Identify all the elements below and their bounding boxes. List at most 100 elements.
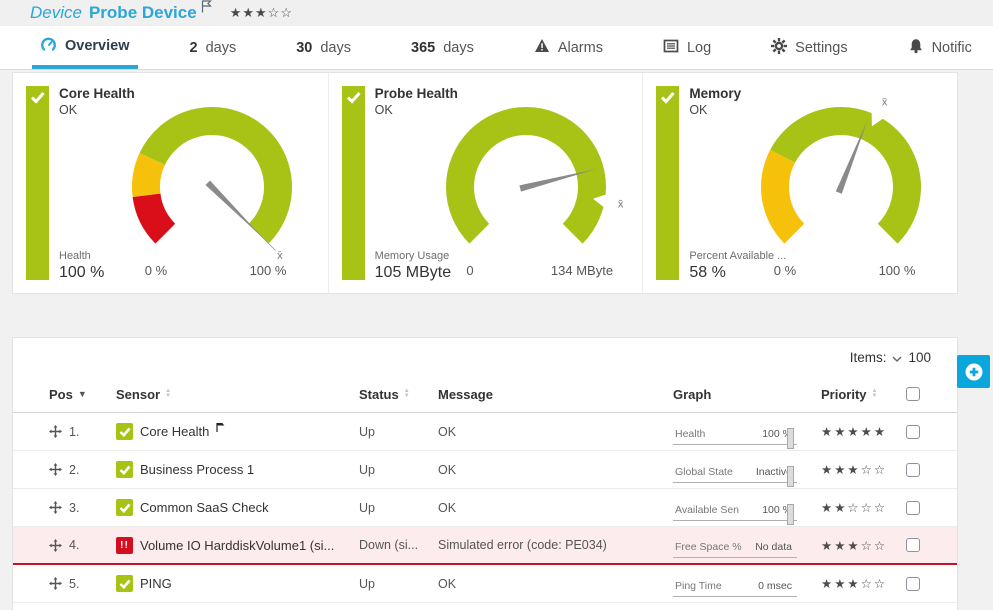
row-checkbox[interactable] bbox=[906, 538, 920, 552]
sensor-up-icon bbox=[116, 423, 133, 440]
table-header-row: Pos ▼ Sensor ▲▼ Status ▲▼ Message Graph … bbox=[13, 376, 957, 413]
priority-stars[interactable]: ★★★★★ bbox=[821, 424, 906, 439]
sensor-name: Common SaaS Check bbox=[140, 500, 269, 515]
table-row: 3. Common SaaS Check Up OK Available Sen… bbox=[13, 489, 957, 527]
tab-label: Overview bbox=[65, 38, 130, 54]
status-color-bar bbox=[342, 86, 365, 280]
sensor-message: OK bbox=[438, 577, 673, 591]
tab-overview[interactable]: Overview bbox=[32, 26, 138, 69]
mini-graph[interactable]: Global State Inactive bbox=[673, 457, 797, 483]
table-row-down: 4. !! Volume IO HarddiskVolume1 (si... D… bbox=[13, 527, 957, 565]
bell-icon bbox=[908, 38, 924, 58]
channel-value: 105 MByte bbox=[375, 264, 451, 282]
check-icon bbox=[660, 91, 675, 104]
sensor-up-icon bbox=[116, 461, 133, 478]
status-color-bar bbox=[26, 86, 49, 280]
drag-move-icon[interactable] bbox=[49, 577, 62, 590]
sensor-status: Up bbox=[359, 501, 438, 515]
table-row: 5. PING Up OK Ping Time 0 msec ★★★☆☆ bbox=[13, 565, 957, 603]
tab-label: days bbox=[443, 40, 474, 56]
column-header-status[interactable]: Status ▲▼ bbox=[359, 387, 438, 402]
table-row: 2. Business Process 1 Up OK Global State… bbox=[13, 451, 957, 489]
warning-triangle-icon bbox=[534, 38, 550, 57]
svg-text:x̄: x̄ bbox=[618, 199, 624, 211]
mini-graph[interactable]: Ping Time 0 msec bbox=[673, 571, 797, 597]
svg-text:x̄: x̄ bbox=[277, 250, 283, 262]
graph-marker bbox=[787, 428, 794, 449]
sensor-link[interactable]: !! Volume IO HarddiskVolume1 (si... bbox=[116, 537, 359, 554]
priority-stars[interactable]: ★★★☆☆ bbox=[230, 5, 293, 21]
graph-marker bbox=[787, 504, 794, 525]
column-header-priority[interactable]: Priority ▲▼ bbox=[821, 387, 906, 402]
tab-number: 365 bbox=[411, 40, 435, 56]
drag-move-icon[interactable] bbox=[49, 539, 62, 552]
tab-label: Notific bbox=[932, 40, 972, 56]
column-header-message: Message bbox=[438, 387, 673, 402]
gauge-cell-probe-health[interactable]: Probe Health OK x̄0134 MByte Memory Usag… bbox=[328, 73, 643, 293]
row-checkbox[interactable] bbox=[906, 501, 920, 515]
select-all-checkbox[interactable] bbox=[906, 387, 920, 401]
row-checkbox[interactable] bbox=[906, 463, 920, 477]
priority-stars[interactable]: ★★★☆☆ bbox=[821, 462, 906, 477]
flag-icon[interactable] bbox=[201, 0, 212, 18]
status-color-bar bbox=[656, 86, 679, 280]
drag-move-icon[interactable] bbox=[49, 463, 62, 476]
gauge-cell-core-health[interactable]: Core Health OK x̄0 %100 % Health 100 % bbox=[13, 73, 328, 293]
svg-text:0: 0 bbox=[467, 263, 474, 278]
column-header-sensor[interactable]: Sensor ▲▼ bbox=[116, 387, 359, 402]
channel-name: Percent Available ... bbox=[689, 250, 786, 262]
tab-label: Settings bbox=[795, 40, 847, 56]
drag-move-icon[interactable] bbox=[49, 425, 62, 438]
sensor-message: Simulated error (code: PE034) bbox=[438, 538, 673, 552]
sensor-message: OK bbox=[438, 501, 673, 515]
sensor-link[interactable]: Business Process 1 bbox=[116, 461, 359, 478]
position-number: 1. bbox=[69, 425, 79, 439]
tab-label: days bbox=[206, 40, 237, 56]
svg-text:x̄: x̄ bbox=[882, 96, 888, 108]
drag-move-icon[interactable] bbox=[49, 501, 62, 514]
items-count: 100 bbox=[908, 350, 931, 365]
check-icon bbox=[30, 91, 45, 104]
priority-stars[interactable]: ★★★☆☆ bbox=[821, 576, 906, 591]
svg-text:100 %: 100 % bbox=[249, 263, 286, 278]
sensor-status: Up bbox=[359, 463, 438, 477]
tab-30-days[interactable]: 30 days bbox=[288, 26, 359, 69]
sensor-name: PING bbox=[140, 576, 172, 591]
tab-2-days[interactable]: 2 days bbox=[182, 26, 245, 69]
sort-desc-icon: ▼ bbox=[78, 389, 87, 399]
column-header-pos[interactable]: Pos ▼ bbox=[49, 387, 116, 402]
sensor-status: Up bbox=[359, 425, 438, 439]
items-per-page-select[interactable]: Items: 100 bbox=[850, 350, 931, 365]
tab-number: 30 bbox=[296, 40, 312, 56]
tab-bar: Overview 2 days 30 days 365 days Alarms … bbox=[0, 26, 993, 70]
channel-value: 58 % bbox=[689, 264, 786, 282]
tab-365-days[interactable]: 365 days bbox=[403, 26, 482, 69]
mini-graph[interactable]: Available Sen 100 % bbox=[673, 495, 797, 521]
gauge-cell-memory[interactable]: Memory OK x̄0 %100 % Percent Available .… bbox=[642, 73, 957, 293]
channel-name: Health bbox=[59, 250, 104, 262]
priority-stars[interactable]: ★★☆☆☆ bbox=[821, 500, 906, 515]
sensor-link[interactable]: Core Health bbox=[116, 423, 359, 440]
tab-alarms[interactable]: Alarms bbox=[526, 26, 611, 69]
check-icon bbox=[346, 91, 361, 104]
core-health-gauge: x̄0 %100 % bbox=[102, 87, 324, 283]
plus-icon bbox=[965, 363, 983, 381]
mini-graph[interactable]: Health 100 % bbox=[673, 419, 797, 445]
priority-stars[interactable]: ★★★☆☆ bbox=[821, 538, 906, 553]
sensor-link[interactable]: PING bbox=[116, 575, 359, 592]
gear-icon bbox=[771, 38, 787, 58]
tab-notifications[interactable]: Notific bbox=[900, 26, 980, 69]
row-checkbox[interactable] bbox=[906, 577, 920, 591]
column-header-graph: Graph bbox=[673, 387, 821, 402]
log-list-icon bbox=[663, 38, 679, 58]
tab-settings[interactable]: Settings bbox=[763, 26, 855, 69]
add-button[interactable] bbox=[957, 355, 990, 388]
position-number: 5. bbox=[69, 577, 79, 591]
row-checkbox[interactable] bbox=[906, 425, 920, 439]
gauges-panel: Core Health OK x̄0 %100 % Health 100 % P… bbox=[12, 72, 958, 294]
sensor-table-panel: Items: 100 Pos ▼ Sensor ▲▼ Status ▲▼ Mes… bbox=[12, 337, 958, 610]
graph-marker bbox=[787, 466, 794, 487]
tab-log[interactable]: Log bbox=[655, 26, 719, 69]
mini-graph[interactable]: Free Space % No data bbox=[673, 532, 797, 558]
sensor-link[interactable]: Common SaaS Check bbox=[116, 499, 359, 516]
